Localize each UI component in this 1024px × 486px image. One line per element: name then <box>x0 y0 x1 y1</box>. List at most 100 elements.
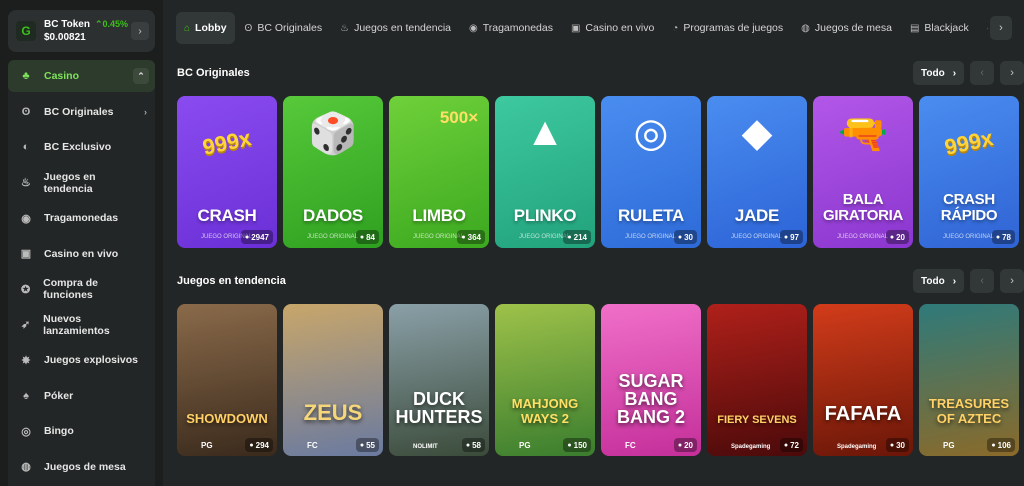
view-all-button[interactable]: Todo › <box>913 269 965 293</box>
user-icon: ● <box>677 233 683 241</box>
sidebar-item-label: BC Exclusivo <box>44 141 112 154</box>
game-art: ▲ <box>525 110 565 154</box>
game-card[interactable]: 999x CRASH JUEGO ORIGINAL ● 2947 <box>177 96 277 248</box>
next-section-peek <box>163 472 1024 486</box>
game-subtitle: JUEGO ORIGINAL <box>731 234 783 240</box>
game-card[interactable]: 🎲 DADOS JUEGO ORIGINAL ● 84 <box>283 96 383 248</box>
sidebar-item-juegos-en-tendencia[interactable]: ♨ Juegos en tendencia <box>8 165 155 201</box>
game-subtitle: JUEGO ORIGINAL <box>837 234 889 240</box>
game-card[interactable]: ▲ PLINKO JUEGO ORIGINAL ● 214 <box>495 96 595 248</box>
star-icon: ✪ <box>20 283 31 296</box>
sidebar-item-nuevos-lanzamientos[interactable]: ➶ Nuevos lanzamientos <box>8 307 155 343</box>
bc-icon: ʘ <box>244 22 253 34</box>
tab-lobby[interactable]: ⌂ Lobby <box>176 12 235 44</box>
game-card[interactable]: DUCK HUNTERS NOLIMIT ● 58 <box>389 304 489 456</box>
user-icon: ● <box>783 233 789 241</box>
user-icon: ● <box>991 441 996 449</box>
game-card[interactable]: MAHJONG WAYS 2 PG ● 150 <box>495 304 595 456</box>
next-button[interactable]: › <box>1000 269 1024 293</box>
tab-label: Tragamonedas <box>482 22 553 34</box>
slot-icon: ◉ <box>469 22 478 34</box>
slot-icon: ◉ <box>21 212 31 225</box>
game-card[interactable]: SUGAR BANG BANG 2 FC ● 20 <box>601 304 701 456</box>
game-card[interactable]: FAFAFA Spadegaming ● 30 <box>813 304 913 456</box>
sidebar-item-juegos-de-mesa[interactable]: ◍ Juegos de mesa <box>8 449 155 485</box>
sidebar-item-juegos-explosivos[interactable]: ✸ Juegos explosivos <box>8 343 155 379</box>
token-name: BC Token <box>44 19 90 30</box>
provider-logo: PG <box>519 441 531 450</box>
tab-juegos-en-tendencia[interactable]: ♨ Juegos en tendencia <box>332 12 459 44</box>
sidebar-item-bingo[interactable]: ◎ Bingo <box>8 414 155 450</box>
fire-icon: ♨ <box>340 22 350 34</box>
tab-rul[interactable]: ◕ Rul <box>979 12 988 44</box>
sidebar-item-label: Juegos de mesa <box>44 460 126 473</box>
chevron-right-icon[interactable]: › <box>144 107 147 117</box>
game-card[interactable]: 500× LIMBO JUEGO ORIGINAL ● 364 <box>389 96 489 248</box>
game-title: MAHJONG WAYS 2 <box>511 396 579 426</box>
casino-icon: ♣ <box>22 70 30 82</box>
tab-juegos-de-mesa[interactable]: ◍ Juegos de mesa <box>793 12 900 44</box>
section-controls-originals: Todo › ‹ › <box>913 61 1024 85</box>
game-title: TREASURES OF AZTEC <box>928 396 1010 426</box>
sidebar-item-tragamonedas[interactable]: ◉ Tragamonedas <box>8 201 155 237</box>
tab-label: Lobby <box>195 22 227 34</box>
user-icon: ● <box>567 233 572 241</box>
game-title: CRASH <box>197 206 257 225</box>
sidebar-item-label: Compra de funciones <box>43 277 99 302</box>
provider-logo: NOLIMIT <box>413 444 438 450</box>
game-card[interactable]: TREASURES OF AZTEC PG ● 106 <box>919 304 1019 456</box>
next-button[interactable]: › <box>1000 61 1024 85</box>
game-subtitle: JUEGO ORIGINAL <box>413 234 465 240</box>
player-count: ● 214 <box>563 230 591 244</box>
sidebar-item-bc-exclusivo[interactable]: ◐ BC Exclusivo <box>8 130 155 166</box>
live-icon: ▣ <box>570 22 581 34</box>
prev-button[interactable]: ‹ <box>970 61 995 85</box>
user-icon: ● <box>677 441 683 449</box>
sidebar-item-bc-originales[interactable]: ʘ BC Originales › <box>8 94 155 130</box>
user-icon: ● <box>244 233 250 241</box>
tab-blackjack[interactable]: ▤ Blackjack <box>902 12 977 44</box>
chevron-right-icon[interactable]: › <box>131 22 149 40</box>
sidebar-item-label: Juegos explosivos <box>44 354 138 367</box>
game-card[interactable]: ◎ RULETA JUEGO ORIGINAL ● 30 <box>601 96 701 248</box>
prev-button[interactable]: ‹ <box>970 269 995 293</box>
chevron-up-icon[interactable]: ⌃ <box>133 68 149 84</box>
tab-label: Blackjack <box>924 22 969 34</box>
sidebar-item-casino[interactable]: ♣ Casino ⌃ <box>8 60 155 92</box>
player-count: ● 78 <box>991 230 1015 244</box>
game-subtitle: JUEGO ORIGINAL <box>307 234 359 240</box>
game-title: SUGAR BANG BANG 2 <box>616 371 685 427</box>
sidebar-item-casino-en-vivo[interactable]: ▣ Casino en vivo <box>8 236 155 272</box>
cards-icon: ▤ <box>909 22 920 34</box>
player-count: ● 30 <box>885 438 909 452</box>
sidebar-item-label: Casino <box>44 70 80 82</box>
game-title: DADOS <box>303 206 363 225</box>
game-card[interactable]: ◆ JADE JUEGO ORIGINAL ● 97 <box>707 96 807 248</box>
sidebar-item-label: Bingo <box>44 425 74 438</box>
provider-logo: FC <box>307 441 318 450</box>
section-title-trending: Juegos en tendencia <box>177 275 286 287</box>
game-card[interactable]: 🔫 BALA GIRATORIA JUEGO ORIGINAL ● 20 <box>813 96 913 248</box>
tab-casino-en-vivo[interactable]: ▣ Casino en vivo <box>563 12 662 44</box>
bingo-icon: ◎ <box>21 425 31 438</box>
rocket-icon: ➶ <box>20 319 31 332</box>
sidebar-item-p-ker[interactable]: ♠ Póker <box>8 378 155 414</box>
explosion-icon: ✸ <box>21 354 31 367</box>
user-icon: ● <box>465 441 471 449</box>
user-icon: ● <box>567 441 572 449</box>
tab-bc-originales[interactable]: ʘ BC Originales <box>237 12 331 44</box>
game-card[interactable]: ZEUS FC ● 55 <box>283 304 383 456</box>
game-card[interactable]: FIERY SEVENS Spadegaming ● 72 <box>707 304 807 456</box>
provider-logo: Spadegaming <box>837 444 877 450</box>
game-card[interactable]: 999x CRASH RÁPIDO JUEGO ORIGINAL ● 78 <box>919 96 1019 248</box>
game-art: 500× <box>439 108 479 127</box>
view-all-button[interactable]: Todo › <box>913 61 965 85</box>
bc-token-widget[interactable]: G BC Token ⌃0.45% $0.00821 › <box>8 10 155 52</box>
sidebar-item-label: Juegos en tendencia <box>43 170 96 195</box>
sidebar-item-label: BC Originales <box>44 105 114 118</box>
tab-tragamonedas[interactable]: ◉ Tragamonedas <box>461 12 561 44</box>
tabs-next-button[interactable]: › <box>990 16 1012 40</box>
game-card[interactable]: SHOWDOWN PG ● 294 <box>177 304 277 456</box>
sidebar-item-compra-de-funciones[interactable]: ✪ Compra de funciones <box>8 272 155 308</box>
tab-programas-de-juegos[interactable]: ◔ Programas de juegos <box>664 12 791 44</box>
